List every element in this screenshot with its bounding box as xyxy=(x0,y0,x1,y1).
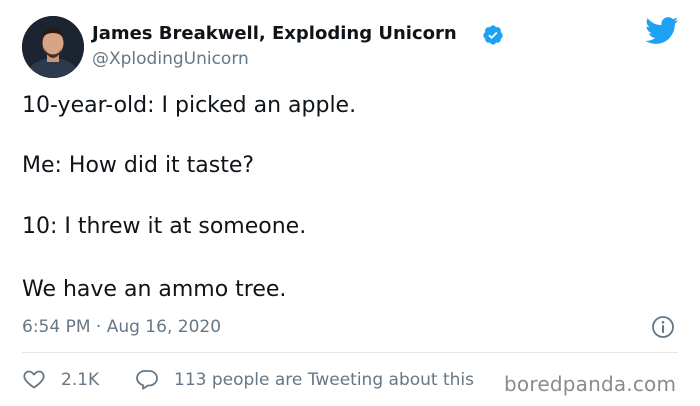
tweeting-about-link[interactable]: 113 people are Tweeting about this xyxy=(174,369,474,391)
tweet-text-line: Me: How did it taste? xyxy=(22,153,255,178)
info-icon[interactable] xyxy=(651,315,675,339)
author-handle[interactable]: @XplodingUnicorn xyxy=(92,48,249,70)
verified-badge-icon xyxy=(483,25,503,45)
avatar[interactable] xyxy=(22,16,84,78)
tweet-text-line: We have an ammo tree. xyxy=(22,277,287,302)
author-name[interactable]: James Breakwell, Exploding Unicorn xyxy=(92,22,457,46)
tweet-text-line: 10: I threw it at someone. xyxy=(22,214,307,239)
tweet-text-line: 10-year-old: I picked an apple. xyxy=(22,93,357,118)
tweet-card: James Breakwell, Exploding Unicorn @Xplo… xyxy=(0,0,700,406)
avatar-portrait xyxy=(22,16,84,78)
twitter-bird-icon[interactable] xyxy=(645,17,679,45)
watermark: boredpanda.com xyxy=(504,372,677,396)
tweet-timestamp[interactable]: 6:54 PM · Aug 16, 2020 xyxy=(22,316,221,338)
speech-bubble-icon[interactable] xyxy=(135,367,159,391)
divider xyxy=(22,352,678,353)
like-count[interactable]: 2.1K xyxy=(61,369,99,391)
heart-icon[interactable] xyxy=(22,367,46,391)
